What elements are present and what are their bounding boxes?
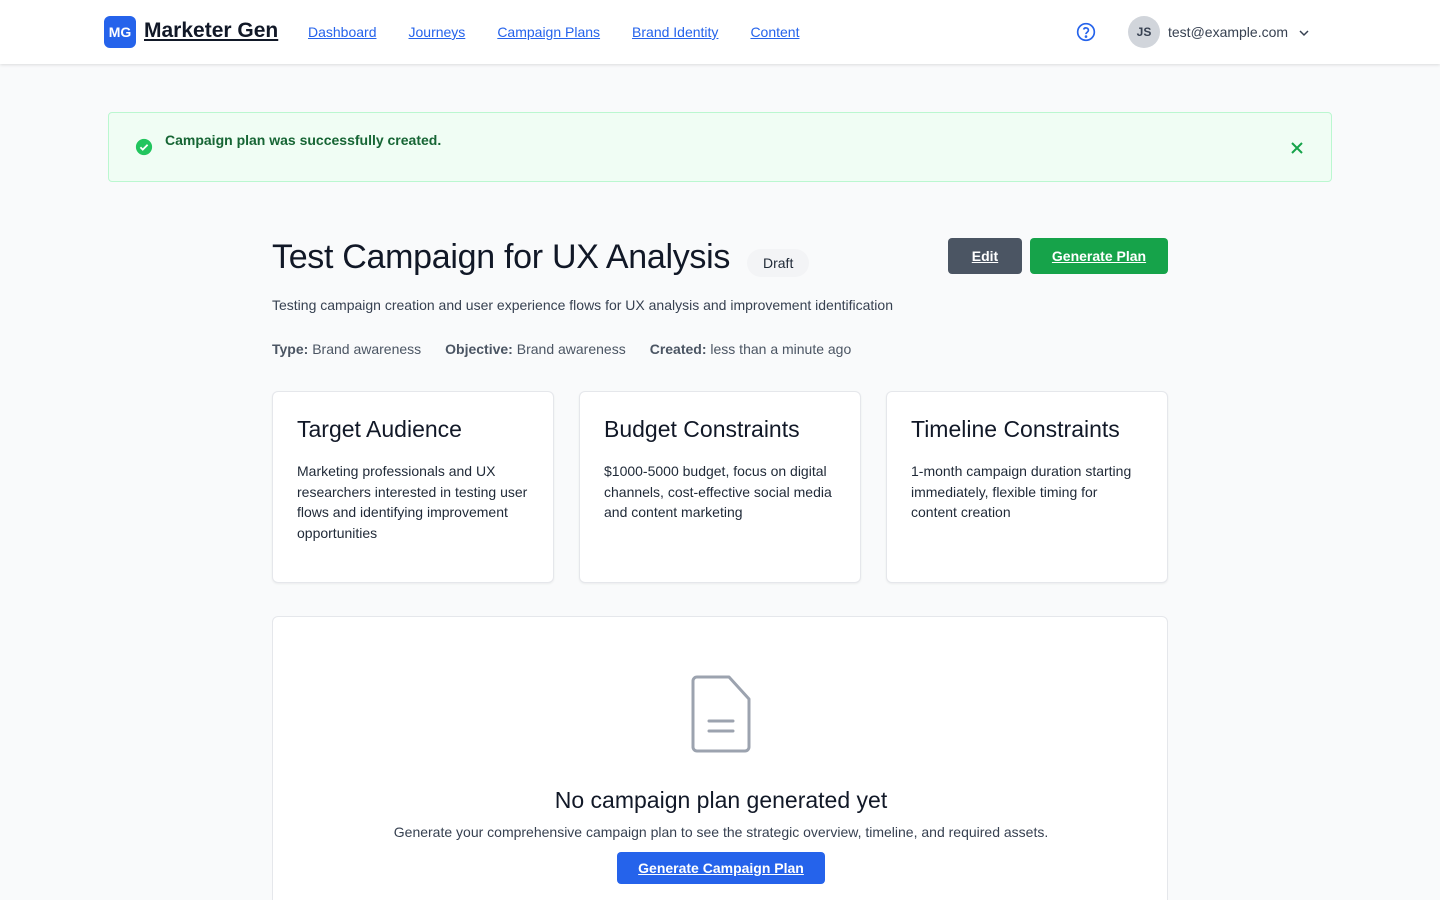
generate-plan-button[interactable]: Generate Plan xyxy=(1030,238,1168,274)
flash-message: Campaign plan was successfully created. xyxy=(165,132,442,148)
user-email[interactable]: test@example.com xyxy=(1168,24,1288,40)
success-flash: Campaign plan was successfully created. xyxy=(108,112,1332,182)
campaign-meta: Type: Brand awareness Objective: Brand a… xyxy=(272,341,851,357)
nav-campaign-plans[interactable]: Campaign Plans xyxy=(497,24,600,40)
empty-plan-panel: No campaign plan generated yet Generate … xyxy=(272,616,1168,900)
card-title: Budget Constraints xyxy=(604,416,800,442)
card-timeline-constraints: Timeline Constraints 1-month campaign du… xyxy=(886,391,1168,583)
app-logo-link[interactable]: Marketer Gen xyxy=(144,19,278,43)
campaign-description: Testing campaign creation and user exper… xyxy=(272,297,893,313)
generate-campaign-plan-button[interactable]: Generate Campaign Plan xyxy=(617,852,825,884)
nav-brand-identity[interactable]: Brand Identity xyxy=(632,24,718,40)
card-budget-constraints: Budget Constraints $1000-5000 budget, fo… xyxy=(579,391,861,583)
nav-content[interactable]: Content xyxy=(750,24,799,40)
card-target-audience: Target Audience Marketing professionals … xyxy=(272,391,554,583)
meta-created: Created: less than a minute ago xyxy=(649,341,852,357)
card-title: Target Audience xyxy=(297,416,462,442)
logo-badge[interactable]: MG xyxy=(104,16,136,48)
document-icon xyxy=(691,675,751,753)
campaign-title: Test Campaign for UX Analysis xyxy=(272,238,731,276)
check-circle-icon xyxy=(135,138,153,156)
card-body: 1-month campaign duration starting immed… xyxy=(911,463,1132,520)
nav-journeys[interactable]: Journeys xyxy=(409,24,466,40)
main-nav: Dashboard Journeys Campaign Plans Brand … xyxy=(308,24,799,40)
card-body: $1000-5000 budget, focus on digital chan… xyxy=(604,463,832,520)
meta-objective: Objective: Brand awareness xyxy=(445,341,626,357)
help-icon[interactable] xyxy=(1076,22,1096,42)
card-body: Marketing professionals and UX researche… xyxy=(297,463,528,541)
chevron-down-icon[interactable] xyxy=(1296,25,1312,41)
top-navbar: MG Marketer Gen Dashboard Journeys Campa… xyxy=(0,0,1440,64)
user-avatar[interactable]: JS xyxy=(1128,16,1160,48)
empty-state-text: Generate your comprehensive campaign pla… xyxy=(393,824,1049,840)
nav-dashboard[interactable]: Dashboard xyxy=(308,24,377,40)
status-badge: Draft xyxy=(747,249,810,277)
empty-state-title: No campaign plan generated yet xyxy=(554,787,888,813)
meta-type: Type: Brand awareness xyxy=(272,341,422,357)
card-title: Timeline Constraints xyxy=(911,416,1120,442)
close-icon[interactable] xyxy=(1287,138,1307,158)
edit-button[interactable]: Edit xyxy=(948,238,1022,274)
